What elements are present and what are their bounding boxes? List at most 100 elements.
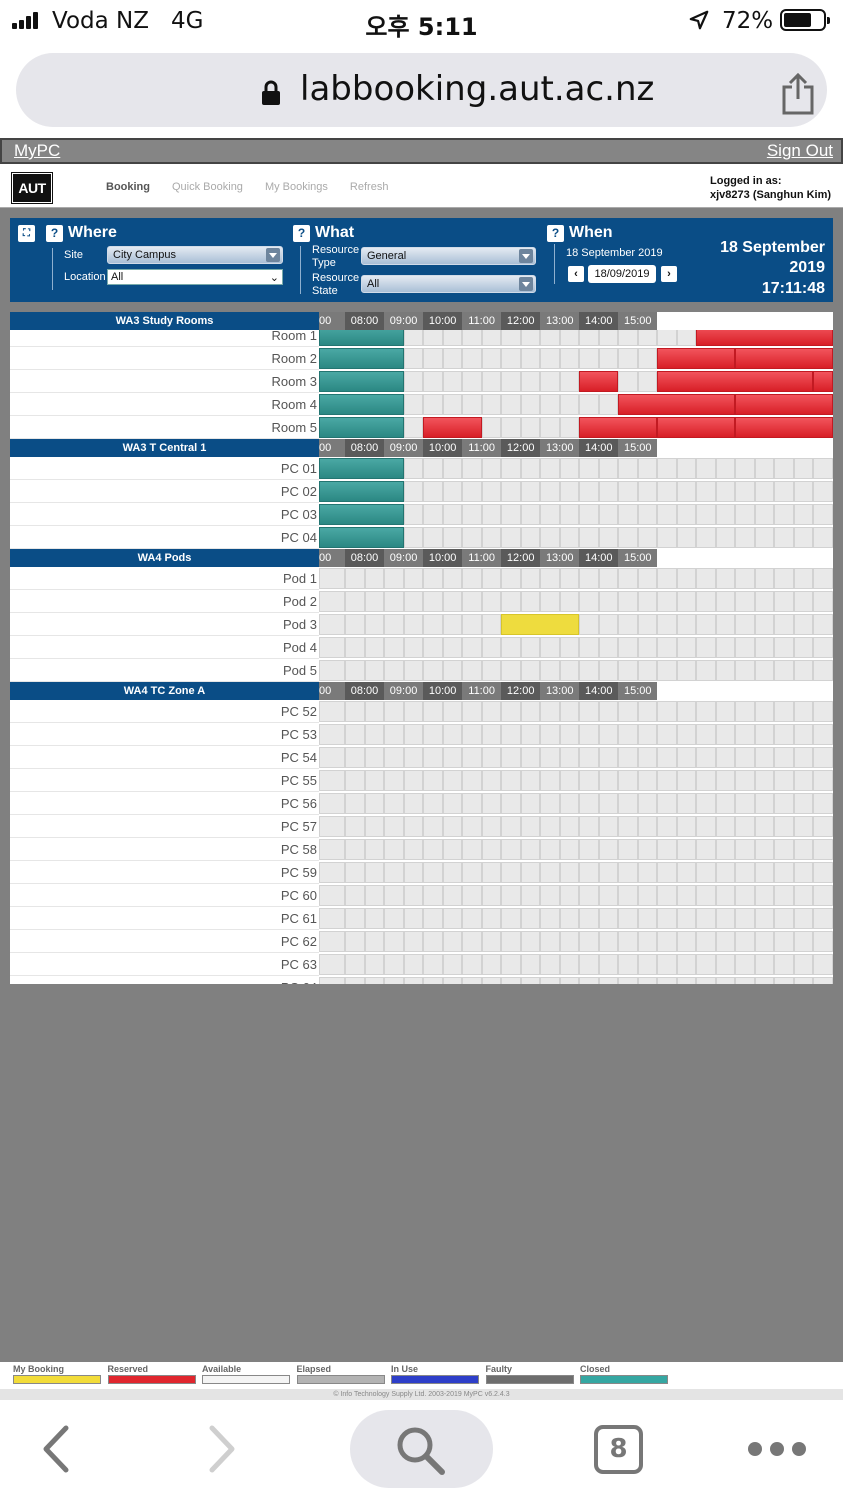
time-slot[interactable]: [540, 862, 560, 883]
time-slot[interactable]: [676, 637, 697, 658]
time-slot[interactable]: [540, 724, 560, 745]
time-slot[interactable]: [715, 504, 736, 525]
time-slot[interactable]: [813, 660, 833, 681]
time-slot[interactable]: [598, 839, 619, 860]
time-slot[interactable]: [462, 591, 482, 612]
time-slot[interactable]: [319, 793, 345, 814]
time-slot[interactable]: [462, 660, 482, 681]
time-slot[interactable]: [676, 701, 697, 722]
time-slot[interactable]: [319, 724, 345, 745]
time-slot[interactable]: [540, 931, 560, 952]
site-select[interactable]: City Campus: [107, 246, 283, 264]
time-slot[interactable]: [579, 954, 599, 975]
closed-block[interactable]: [319, 394, 404, 415]
time-slot[interactable]: [501, 458, 521, 479]
time-slot[interactable]: [364, 568, 385, 589]
reserved-block[interactable]: [657, 348, 736, 369]
time-slot[interactable]: [754, 816, 775, 837]
time-slot[interactable]: [598, 908, 619, 929]
time-slot[interactable]: [384, 977, 404, 984]
time-slot[interactable]: [540, 770, 560, 791]
time-slot[interactable]: [319, 839, 345, 860]
time-slot[interactable]: [774, 931, 794, 952]
time-slot[interactable]: [423, 839, 443, 860]
time-slot[interactable]: [501, 724, 521, 745]
time-slot[interactable]: [813, 862, 833, 883]
time-slot[interactable]: [442, 371, 463, 392]
time-slot[interactable]: [364, 885, 385, 906]
time-slot[interactable]: [618, 862, 638, 883]
time-slot[interactable]: [754, 591, 775, 612]
time-slot[interactable]: [501, 348, 521, 369]
time-slot[interactable]: [559, 885, 580, 906]
time-slot[interactable]: [676, 839, 697, 860]
time-slot[interactable]: [657, 747, 677, 768]
time-slot[interactable]: [715, 931, 736, 952]
time-slot[interactable]: [793, 458, 814, 479]
time-slot[interactable]: [462, 977, 482, 984]
time-slot[interactable]: [813, 839, 833, 860]
time-slot[interactable]: [754, 908, 775, 929]
time-slot[interactable]: [657, 954, 677, 975]
location-select[interactable]: All ⌄: [107, 269, 283, 285]
time-slot[interactable]: [559, 481, 580, 502]
time-slot[interactable]: [813, 458, 833, 479]
time-slot[interactable]: [657, 816, 677, 837]
time-slot[interactable]: [384, 793, 404, 814]
time-slot[interactable]: [735, 591, 755, 612]
time-slot[interactable]: [676, 660, 697, 681]
time-slot[interactable]: [423, 931, 443, 952]
address-bar[interactable]: labbooking.aut.ac.nz: [16, 53, 827, 127]
time-slot[interactable]: [540, 568, 560, 589]
time-slot[interactable]: [403, 747, 424, 768]
time-slot[interactable]: [423, 660, 443, 681]
time-slot[interactable]: [559, 504, 580, 525]
time-slot[interactable]: [540, 816, 560, 837]
time-slot[interactable]: [520, 637, 541, 658]
time-slot[interactable]: [793, 591, 814, 612]
time-slot[interactable]: [364, 977, 385, 984]
time-slot[interactable]: [579, 977, 599, 984]
time-slot[interactable]: [481, 931, 502, 952]
time-slot[interactable]: [501, 330, 521, 346]
time-slot[interactable]: [319, 770, 345, 791]
time-slot[interactable]: [442, 862, 463, 883]
date-input[interactable]: 18/09/2019: [588, 265, 656, 283]
time-slot[interactable]: [754, 458, 775, 479]
time-slot[interactable]: [520, 931, 541, 952]
time-slot[interactable]: [676, 568, 697, 589]
time-slot[interactable]: [754, 839, 775, 860]
time-slot[interactable]: [423, 637, 443, 658]
time-slot[interactable]: [540, 793, 560, 814]
time-slot[interactable]: [462, 527, 482, 548]
time-slot[interactable]: [715, 527, 736, 548]
time-slot[interactable]: [813, 885, 833, 906]
time-slot[interactable]: [481, 701, 502, 722]
time-slot[interactable]: [813, 977, 833, 984]
time-slot[interactable]: [423, 394, 443, 415]
reserved-block[interactable]: [423, 417, 482, 438]
time-slot[interactable]: [520, 417, 541, 438]
time-slot[interactable]: [657, 481, 677, 502]
time-slot[interactable]: [384, 701, 404, 722]
time-slot[interactable]: [715, 591, 736, 612]
time-slot[interactable]: [462, 348, 482, 369]
time-slot[interactable]: [813, 770, 833, 791]
time-slot[interactable]: [735, 568, 755, 589]
time-slot[interactable]: [793, 504, 814, 525]
time-slot[interactable]: [364, 816, 385, 837]
time-slot[interactable]: [520, 793, 541, 814]
time-slot[interactable]: [384, 816, 404, 837]
time-slot[interactable]: [793, 977, 814, 984]
time-slot[interactable]: [598, 724, 619, 745]
time-slot[interactable]: [793, 724, 814, 745]
time-slot[interactable]: [403, 701, 424, 722]
time-slot[interactable]: [754, 481, 775, 502]
time-slot[interactable]: [462, 458, 482, 479]
time-slot[interactable]: [559, 747, 580, 768]
time-slot[interactable]: [774, 862, 794, 883]
time-slot[interactable]: [423, 701, 443, 722]
time-slot[interactable]: [813, 724, 833, 745]
time-slot[interactable]: [520, 701, 541, 722]
time-slot[interactable]: [637, 371, 658, 392]
